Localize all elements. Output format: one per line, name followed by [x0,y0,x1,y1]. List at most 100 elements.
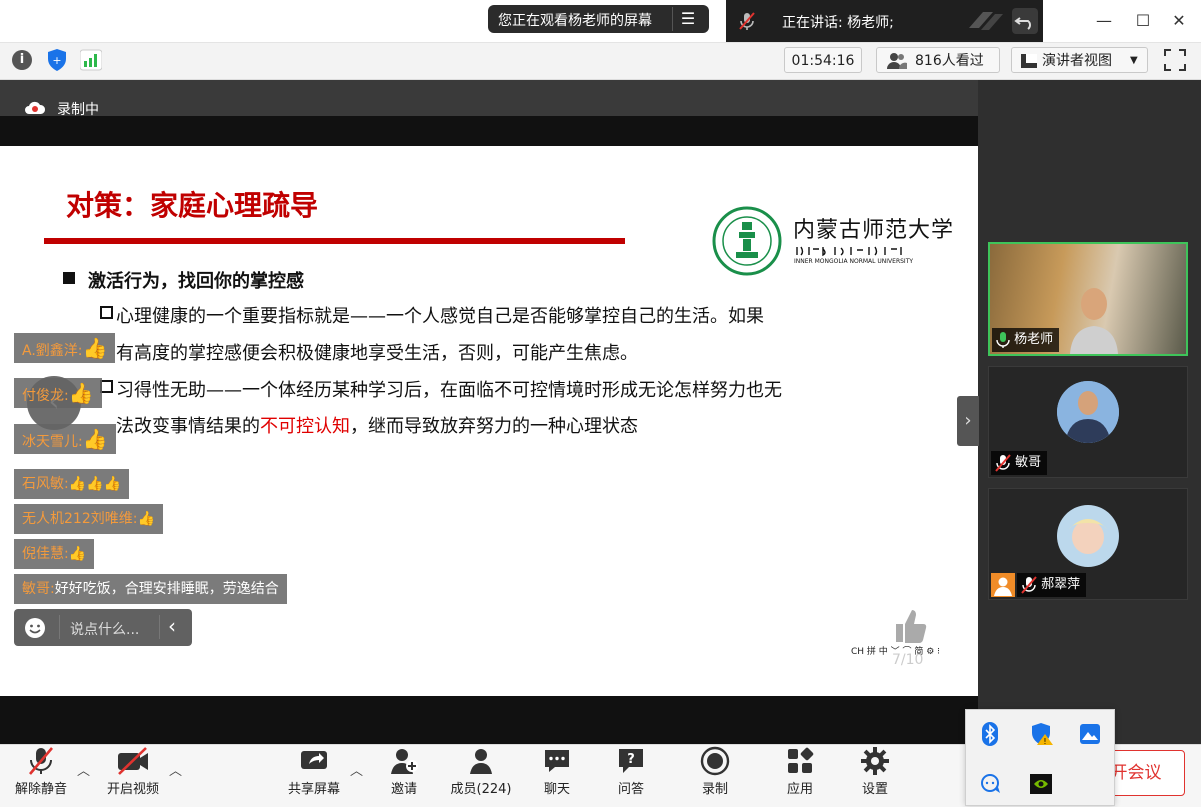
viewing-banner-label: 您正在观看杨老师的屏幕 [498,13,652,29]
chat-message: 倪佳慧:👍 [14,539,95,569]
p2-text-post: ，继而导致放弃努力的一种心理状态 [350,416,638,437]
fullscreen-icon[interactable] [1164,49,1186,71]
panel-toggle-button[interactable]: › [957,396,979,446]
share-screen-button[interactable]: 共享屏幕 [284,746,344,802]
bluetooth-icon[interactable] [980,722,1000,746]
share-options-caret-icon[interactable]: ︿ [350,760,363,779]
settings-button[interactable]: 设置 [855,746,895,802]
emoji-icon[interactable] [24,617,46,639]
title-underline [44,238,625,244]
chat-app-icon[interactable] [980,774,1002,794]
paragraph-2-line-1: 习得性无助——一个体经历某种学习后，在面临不可控情境时形成无论怎样努力也无 [116,380,782,401]
chat-sender: A.劉鑫洋: [22,343,83,359]
chat-input-bar[interactable]: 说点什么... ‹ [14,609,192,646]
chat-text: 👍 [82,427,108,451]
security-shield-icon[interactable]: + [46,48,68,72]
chat-sender: 石风敏: [22,476,69,492]
university-name-cn: 内蒙古师范大学 [793,218,955,243]
speaking-indicator: 正在讲话: 杨老师; [726,0,1043,42]
participant-name: 敏哥 [1015,455,1042,470]
network-signal-icon[interactable] [79,48,103,72]
view-mode-label: 演讲者视图 [1042,53,1112,69]
share-screen-label: 共享屏幕 [287,782,340,797]
audio-options-caret-icon[interactable]: ︿ [77,760,90,779]
viewers-count[interactable]: 816人看过 [876,47,1000,73]
divider [159,615,160,639]
apps-button[interactable]: 应用 [780,746,820,802]
gear-icon [860,746,890,776]
slide-heading: 激活行为，找回你的掌控感 [88,271,304,292]
mic-on-icon [996,331,1010,349]
nvidia-icon[interactable] [1030,774,1052,794]
hollow-bullet [100,306,113,319]
recording-bar [0,80,978,116]
speaker-graphic-icon [969,8,1005,34]
avatar [1057,381,1119,443]
svg-text:+: + [52,54,61,67]
video-options-caret-icon[interactable]: ︿ [169,760,182,779]
p2-text-pre: 法改变事情结果的 [116,416,260,437]
chat-text: 👍👍👍 [68,476,122,492]
collapse-chat-icon[interactable]: ‹ [168,614,176,638]
record-icon [700,746,730,776]
chat-sender: 冰天雪儿: [22,434,83,450]
security-warning-icon[interactable]: ! [1030,722,1054,746]
people-icon [887,52,907,70]
chat-text: 👍 [82,336,108,360]
undo-arrow-icon[interactable] [1012,8,1038,34]
record-button[interactable]: 录制 [695,746,735,802]
mic-muted-icon [1021,575,1037,594]
user-avatar-icon [991,573,1015,597]
mic-muted-icon [995,453,1011,472]
chat-button[interactable]: 聊天 [537,746,577,802]
unmute-button[interactable]: 解除静音 [10,746,72,802]
apps-grid-icon [785,746,815,776]
mic-muted-icon [736,10,758,32]
video-tile[interactable]: 敏哥 [988,366,1188,478]
mic-muted-icon [26,746,56,776]
speaking-label: 正在讲话: 杨老师; [782,15,894,31]
question-icon: ? [616,746,646,776]
members-label: 成员(224) [450,782,512,797]
view-mode-dropdown[interactable]: 演讲者视图 ▼ [1011,47,1148,73]
info-icon[interactable]: i [12,50,32,70]
maximize-button[interactable]: ☐ [1131,10,1155,32]
start-video-label: 开启视频 [106,782,159,797]
viewers-count-label: 816人看过 [915,53,984,69]
svg-text:!: ! [1043,737,1046,746]
qa-button[interactable]: ? 问答 [611,746,651,802]
page-number: 7/10 [892,652,924,668]
settings-label: 设置 [861,782,888,797]
chat-sender: 无人机212刘唯维: [22,511,138,527]
participant-name: 郝翠萍 [1041,577,1081,592]
chat-bubble-icon [542,746,572,776]
p2-text-red: 不可控认知 [260,416,350,437]
minimize-button[interactable]: — [1092,10,1116,32]
chat-text: 👍 [68,381,94,405]
menu-icon[interactable]: ☰ [672,7,703,31]
apps-label: 应用 [786,782,813,797]
chat-sender: 倪佳慧: [22,546,69,562]
members-button[interactable]: 成员(224) [448,746,514,802]
bullet-square [63,272,75,284]
close-button[interactable]: ✕ [1167,10,1191,32]
viewing-banner[interactable]: 您正在观看杨老师的屏幕 ☰ [488,5,709,33]
video-tile[interactable]: 杨老师 [988,242,1188,356]
avatar [1070,282,1118,354]
chat-input[interactable]: 说点什么... [70,619,139,639]
slide-title: 对策：家庭心理疏导 [66,189,319,222]
divider [59,615,60,639]
photos-app-icon[interactable] [1080,724,1100,744]
hollow-bullet [100,380,113,393]
chat-message: 石风敏:👍👍👍 [14,469,130,499]
qa-label: 问答 [617,782,644,797]
svg-text:?: ? [627,752,635,767]
members-icon [466,746,496,776]
mongolian-script [795,242,907,257]
paragraph-1-line-2: 有高度的掌控感便会积极健康地享受生活，否则，可能产生焦虑。 [116,343,638,364]
thumbs-up-icon[interactable] [892,606,928,646]
start-video-button[interactable]: 开启视频 [102,746,164,802]
chat-message: 无人机212刘唯维:👍 [14,504,163,534]
video-tile[interactable]: 郝翠萍 [988,488,1188,600]
invite-button[interactable]: 邀请 [382,746,426,802]
